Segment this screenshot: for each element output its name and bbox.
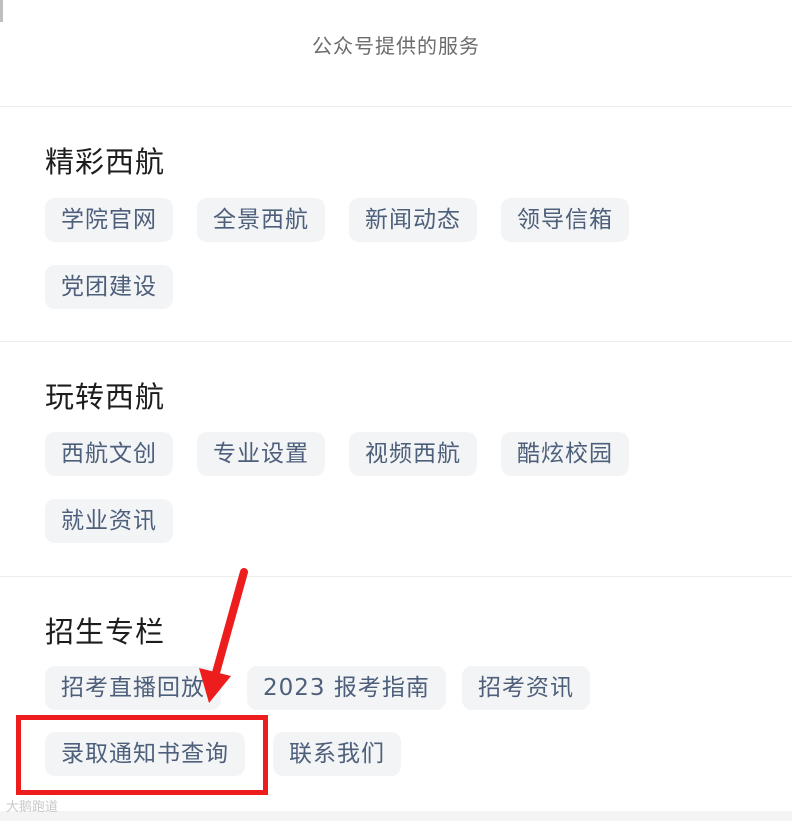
section-jingcai-xihang: 精彩西航 学院官网 全景西航 新闻动态 领导信箱 党团建设	[0, 107, 792, 342]
section-title: 精彩西航	[45, 145, 166, 179]
service-panel: 公众号提供的服务 精彩西航 学院官网 全景西航 新闻动态 领导信箱 党团建设 玩…	[0, 0, 792, 821]
menu-item-admission-replay[interactable]: 招考直播回放	[45, 666, 221, 710]
menu-item-employment[interactable]: 就业资讯	[45, 499, 173, 543]
header: 公众号提供的服务	[0, 0, 792, 107]
section-wanzhuan-xihang: 玩转西航 西航文创 专业设置 视频西航 酷炫校园 就业资讯	[0, 342, 792, 577]
menu-item-videos[interactable]: 视频西航	[349, 432, 477, 476]
section-title: 招生专栏	[45, 615, 166, 649]
menu-item-majors[interactable]: 专业设置	[197, 432, 325, 476]
menu-item-application-guide[interactable]: 2023 报考指南	[247, 666, 446, 710]
menu-item-college-website[interactable]: 学院官网	[45, 198, 173, 242]
menu-item-party-building[interactable]: 党团建设	[45, 265, 173, 309]
highlight-box	[16, 715, 268, 795]
menu-item-panorama[interactable]: 全景西航	[197, 198, 325, 242]
watermark: 大鹅跑道	[6, 800, 59, 815]
bottom-bar	[0, 811, 792, 821]
section-title: 玩转西航	[45, 380, 166, 414]
menu-item-campus[interactable]: 酷炫校园	[501, 432, 629, 476]
menu-item-contact-us[interactable]: 联系我们	[273, 732, 401, 776]
menu-item-admission-news[interactable]: 招考资讯	[462, 666, 590, 710]
menu-item-cultural-products[interactable]: 西航文创	[45, 432, 173, 476]
menu-item-news[interactable]: 新闻动态	[349, 198, 477, 242]
header-title: 公众号提供的服务	[312, 34, 480, 58]
menu-item-leader-mailbox[interactable]: 领导信箱	[501, 198, 629, 242]
